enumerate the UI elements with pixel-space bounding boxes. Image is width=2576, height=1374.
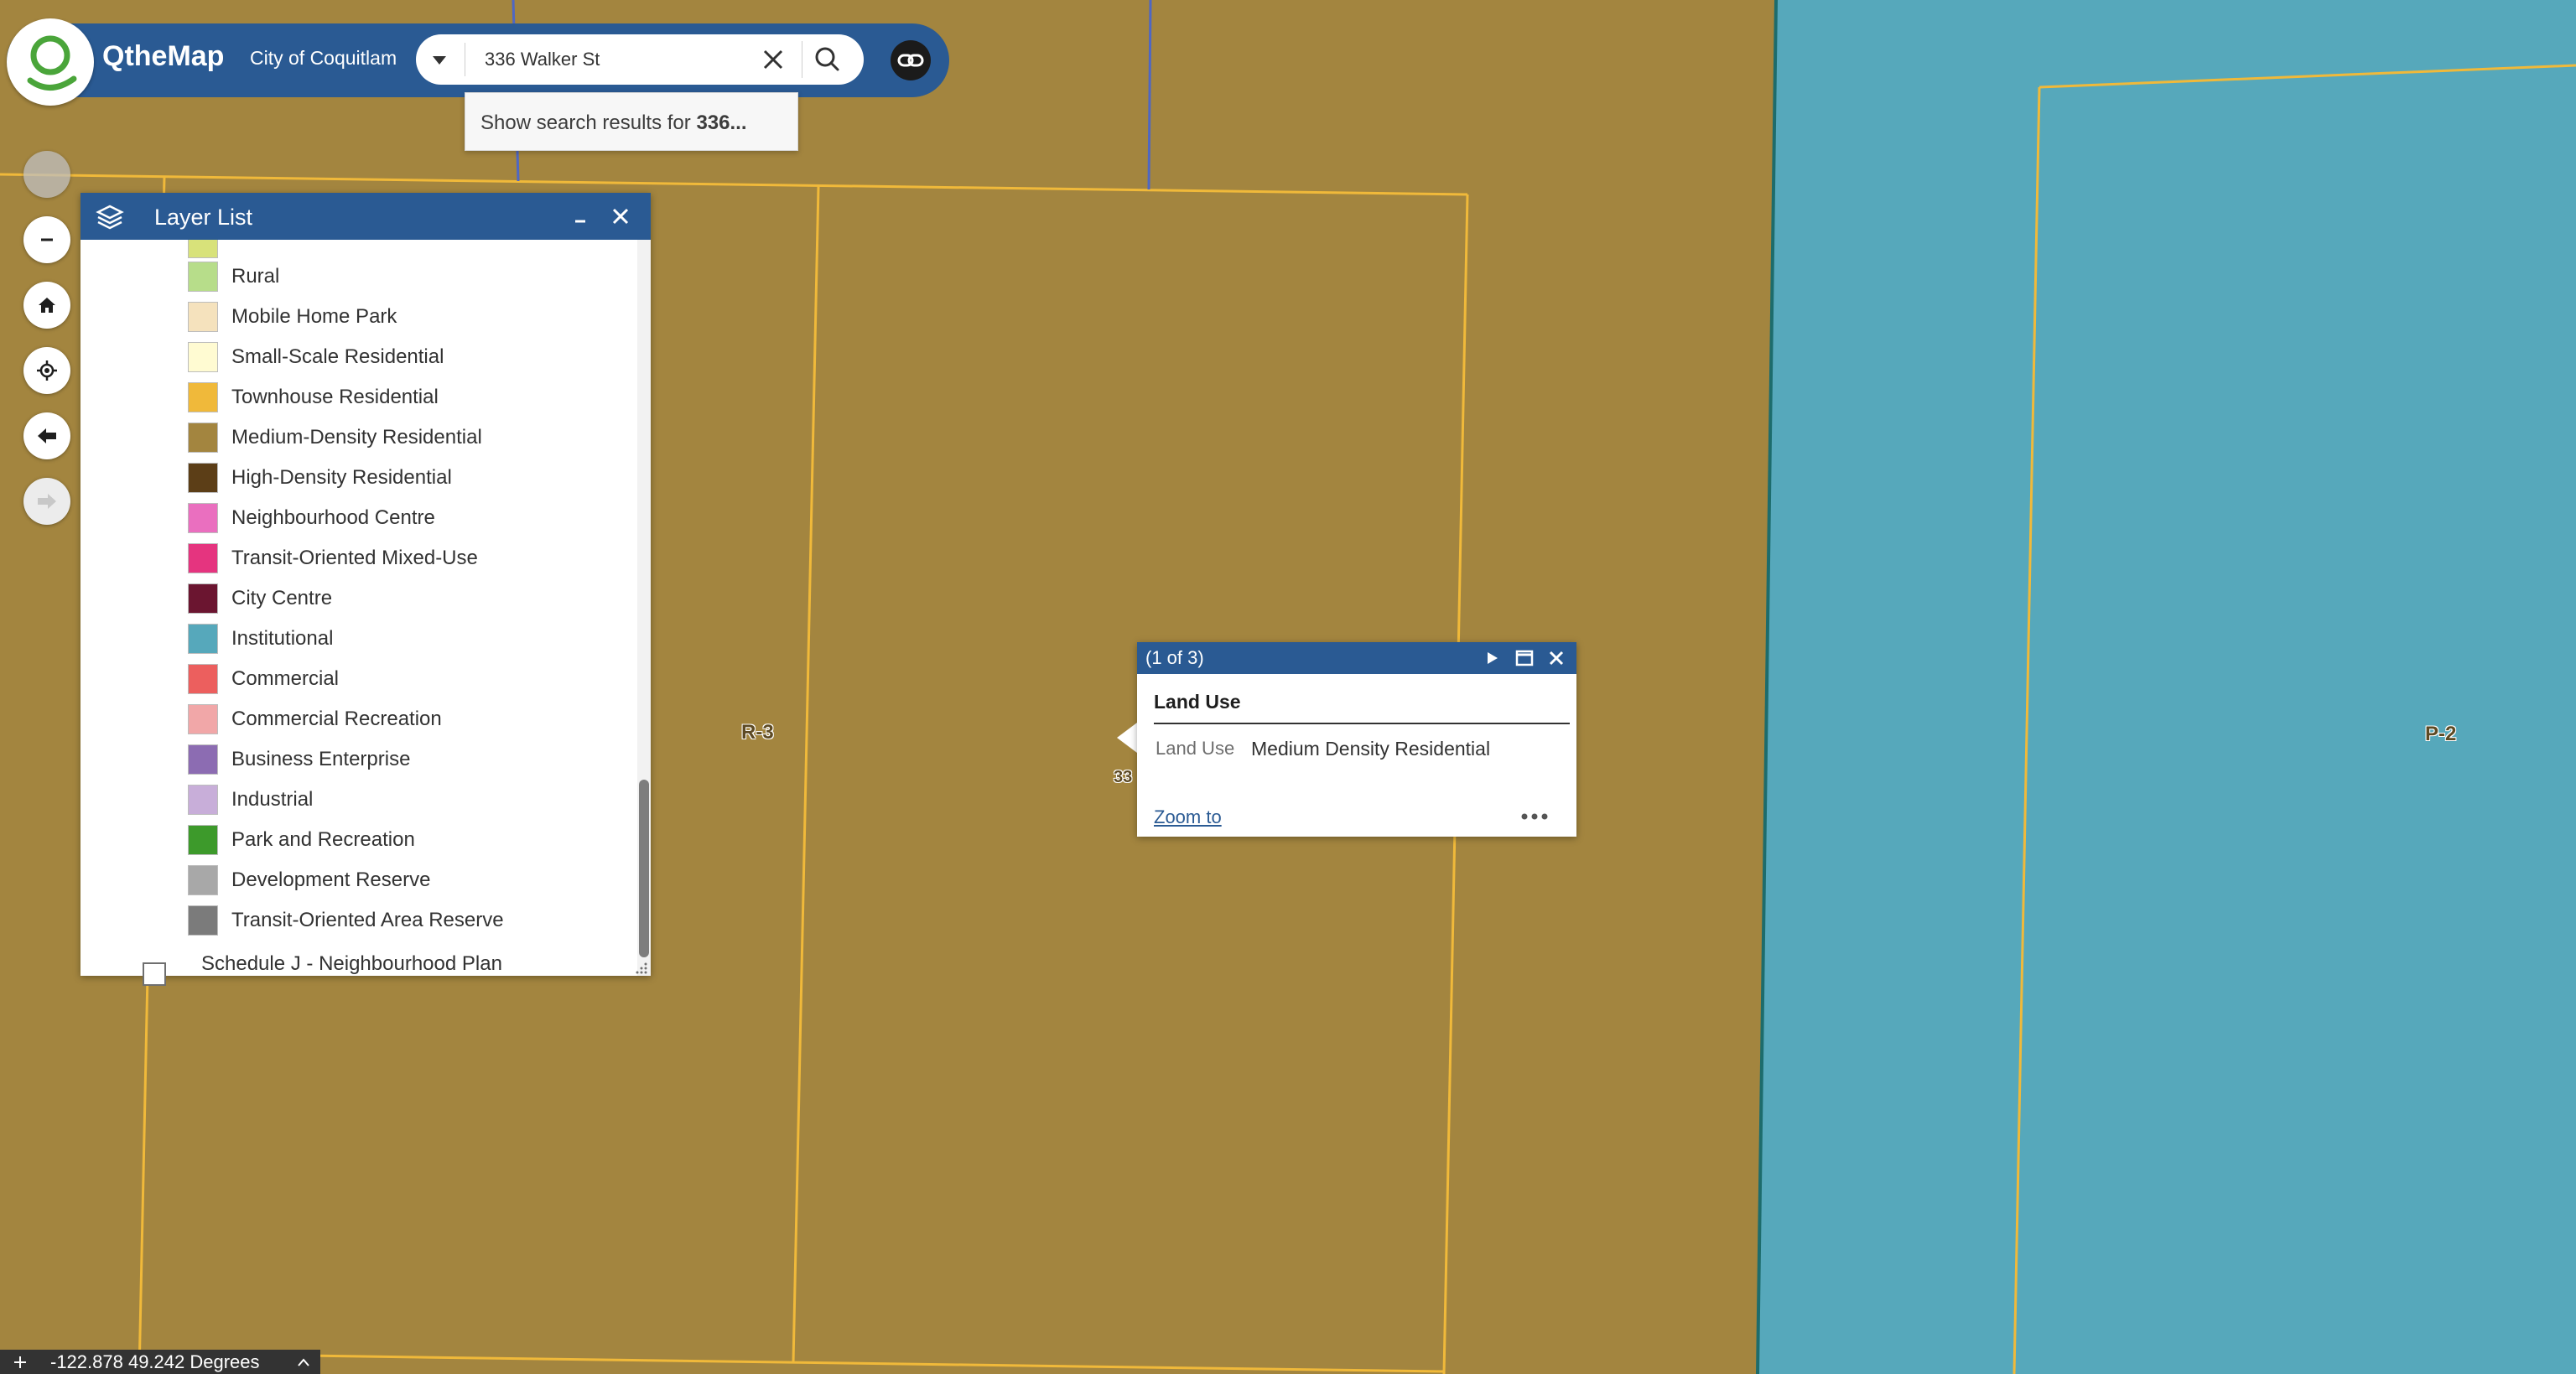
plus-icon — [35, 163, 59, 186]
legend-swatch — [188, 825, 218, 855]
legend-swatch — [188, 744, 218, 775]
search-input[interactable] — [485, 44, 711, 75]
legend-swatch — [188, 423, 218, 453]
legend-label: Medium-Density Residential — [231, 426, 482, 448]
popup-feature-count: (1 of 3) — [1145, 647, 1204, 668]
search-source-dropdown[interactable] — [416, 34, 463, 85]
legend-label: Commercial Recreation — [231, 708, 442, 730]
legend-label: Commercial — [231, 667, 340, 690]
legend-label: Small-Scale Residential — [231, 345, 444, 368]
next-extent-button[interactable] — [23, 478, 70, 525]
suggestion-prefix: Show search results for — [480, 111, 697, 134]
zone-label-right: P-2 — [2425, 723, 2457, 745]
next-feature-icon[interactable] — [1483, 649, 1501, 667]
maximize-icon[interactable] — [1514, 648, 1535, 668]
legend-swatch — [188, 382, 218, 412]
home-button[interactable] — [23, 282, 70, 329]
schedule-j-label: Schedule J - Neighbourhood Plan — [201, 952, 502, 975]
close-icon — [763, 49, 783, 70]
arrow-left-icon — [38, 428, 56, 443]
layer-list-title: Layer List — [154, 205, 253, 230]
institutional-area — [1758, 0, 2576, 1374]
popup-divider — [1154, 723, 1570, 724]
legend-label: Mobile Home Park — [231, 305, 397, 328]
attribute-name: Land Use — [1156, 738, 1235, 759]
parcel-number-label: 33 — [1114, 768, 1133, 786]
coordinate-bar: -122.878 49.242 Degrees — [0, 1350, 320, 1374]
popup-title: Land Use — [1154, 691, 1241, 713]
zone-label-left: R-3 — [741, 721, 774, 744]
legend-swatch — [188, 342, 218, 372]
link-icon — [897, 54, 924, 67]
search-icon — [815, 47, 839, 71]
home-icon — [39, 298, 55, 313]
popup-pointer — [1117, 723, 1137, 753]
locate-icon — [37, 360, 57, 381]
legend-swatch — [188, 704, 218, 734]
minimize-icon[interactable] — [569, 206, 592, 230]
chevron-up-icon[interactable] — [295, 1355, 312, 1370]
logo-icon — [27, 35, 77, 91]
popup-header: (1 of 3) — [1137, 642, 1576, 674]
resize-grip-icon[interactable] — [634, 961, 649, 976]
arrow-right-icon — [38, 494, 56, 509]
suggestion-term: 336... — [696, 111, 747, 134]
legend-label: Park and Recreation — [231, 828, 415, 851]
search-box — [416, 34, 864, 85]
legend-swatch — [188, 302, 218, 332]
attribute-value: Medium Density Residential — [1251, 738, 1491, 760]
legend-swatch — [188, 463, 218, 493]
close-icon[interactable] — [1546, 648, 1566, 668]
scrollbar-thumb[interactable] — [639, 780, 649, 957]
zoom-in-button[interactable] — [23, 151, 70, 198]
legend-swatch — [188, 905, 218, 936]
legend-label: Transit-Oriented Mixed-Use — [231, 547, 478, 569]
layer-list-header: Layer List — [80, 193, 651, 240]
legend-list: Rural Mobile Home Park Small-Scale Residen… — [80, 240, 634, 976]
legend-label: Industrial — [231, 788, 314, 811]
share-link-button[interactable] — [891, 40, 931, 80]
legend-swatch-partial — [188, 240, 218, 258]
legend-label: High-Density Residential — [231, 466, 452, 489]
search-button[interactable] — [802, 41, 853, 78]
legend-swatch — [188, 262, 218, 292]
legend-label: Institutional — [231, 627, 334, 650]
legend-swatch — [188, 583, 218, 614]
clear-search-button[interactable] — [758, 44, 788, 75]
legend-label: Neighbourhood Centre — [231, 506, 435, 529]
zoom-out-button[interactable] — [23, 216, 70, 263]
legend-swatch — [188, 785, 218, 815]
layers-icon — [96, 205, 124, 230]
app-logo[interactable] — [7, 18, 94, 106]
legend-swatch — [188, 664, 218, 694]
legend-label: Business Enterprise — [231, 748, 411, 770]
suggestion-text: Show search results for 336... — [480, 111, 746, 135]
legend-label: Development Reserve — [231, 868, 431, 891]
legend-label: Transit-Oriented Area Reserve — [231, 909, 504, 931]
search-suggestion[interactable]: Show search results for 336... — [465, 92, 798, 151]
more-options-icon[interactable] — [1518, 806, 1551, 827]
legend-swatch — [188, 865, 218, 895]
app-subtitle: City of Coquitlam — [250, 47, 397, 69]
coordinate-readout: -122.878 49.242 Degrees — [50, 1351, 260, 1372]
app-title: QtheMap — [102, 40, 225, 72]
legend-label: Rural — [231, 265, 280, 288]
close-icon[interactable] — [609, 205, 632, 228]
legend-swatch — [188, 503, 218, 533]
schedule-j-checkbox[interactable] — [143, 962, 166, 986]
caret-down-icon — [433, 56, 446, 65]
locate-button[interactable] — [23, 347, 70, 394]
legend-label: City Centre — [231, 587, 333, 609]
zoom-to-link[interactable]: Zoom to — [1154, 806, 1222, 828]
layer-list-panel: Layer List Rural Mobile Home Park Small-Sc… — [80, 193, 651, 986]
crosshair-icon[interactable] — [12, 1355, 29, 1370]
legend-swatch — [188, 624, 218, 654]
legend-label: Townhouse Residential — [231, 386, 439, 408]
minus-icon — [41, 238, 53, 241]
previous-extent-button[interactable] — [23, 412, 70, 459]
legend-swatch — [188, 543, 218, 573]
feature-popup: (1 of 3) Land Use Land Use Medium Densit… — [1137, 642, 1576, 837]
